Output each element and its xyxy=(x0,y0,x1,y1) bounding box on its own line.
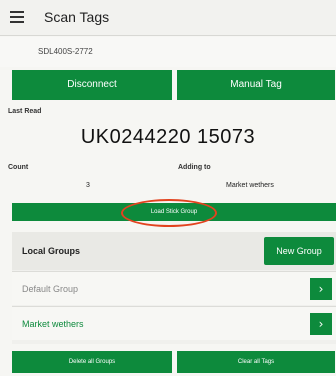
top-app-bar: Scan Tags xyxy=(0,0,336,36)
page-title: Scan Tags xyxy=(44,9,110,25)
reader-id-row: SDL400S-2772 xyxy=(0,37,336,67)
reader-id: SDL400S-2772 xyxy=(38,47,93,56)
count-value: 3 xyxy=(86,182,90,189)
hamburger-menu-icon[interactable] xyxy=(10,11,24,23)
scan-tags-screen: Scan Tags SDL400S-2772 Disconnect Manual… xyxy=(0,0,336,376)
last-read-label: Last Read xyxy=(8,108,42,115)
disconnect-button[interactable]: Disconnect xyxy=(12,70,172,100)
group-list-item[interactable]: Market wethers › xyxy=(12,306,336,340)
local-groups-header: Local Groups New Group xyxy=(12,232,336,270)
count-label: Count xyxy=(8,164,29,171)
group-name: Market wethers xyxy=(22,319,84,329)
adding-to-value: Market wethers xyxy=(226,182,274,189)
local-groups-title: Local Groups xyxy=(22,246,81,256)
group-list-item[interactable]: Default Group › xyxy=(12,271,336,305)
chevron-right-icon[interactable]: › xyxy=(310,313,332,335)
chevron-right-icon[interactable]: › xyxy=(310,278,332,300)
load-stick-group-button[interactable]: Load Stick Group xyxy=(12,203,336,221)
delete-all-groups-button[interactable]: Delete all Groups xyxy=(12,351,172,373)
manual-tag-button[interactable]: Manual Tag xyxy=(177,70,335,100)
local-groups-panel: Local Groups New Group Default Group › M… xyxy=(12,232,336,344)
new-group-button[interactable]: New Group xyxy=(264,237,334,265)
adding-to-label: Adding to xyxy=(178,164,211,171)
clear-all-tags-button[interactable]: Clear all Tags xyxy=(177,351,335,373)
last-read-tag-number: UK0244220 15073 xyxy=(80,126,256,148)
group-name: Default Group xyxy=(22,284,79,294)
